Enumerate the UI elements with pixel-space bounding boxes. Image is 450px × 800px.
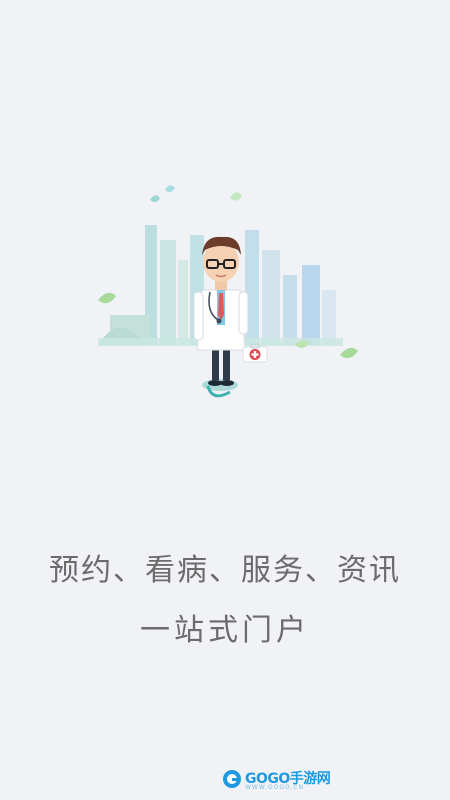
tagline-primary: 预约、看病、服务、资讯	[49, 553, 401, 588]
gogo-logo-icon	[222, 769, 242, 789]
watermark: GOGO手游网 WWW.GOGO.CN	[222, 766, 332, 794]
tagline-secondary: 一站式门户	[140, 613, 310, 648]
doctor-illustration	[90, 180, 360, 410]
first-aid-kit-icon	[242, 343, 268, 363]
splash-screen: 预约、看病、服务、资讯 一站式门户 GOGO手游网 WWW.GOGO.CN	[0, 0, 450, 800]
watermark-url: WWW.GOGO.CN	[245, 784, 305, 791]
